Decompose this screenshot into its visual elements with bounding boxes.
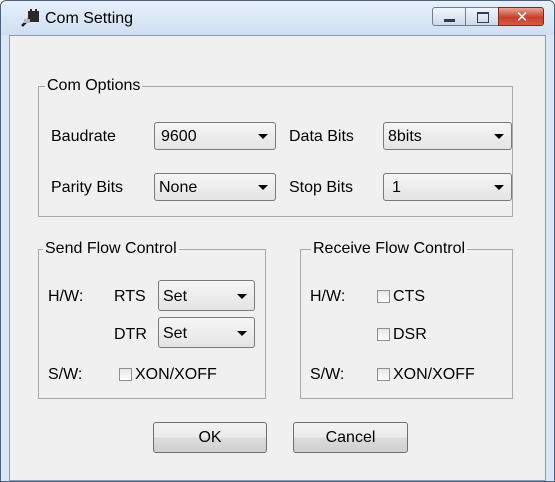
receive-hw-label: H/W: [310,288,346,305]
dialog-body: Com Options Baudrate 9600 Data Bits 8bit… [9,35,546,481]
com-options-title: Com Options [45,77,143,95]
cts-checkbox[interactable] [377,290,390,303]
close-icon: ✕ [515,8,529,26]
dsr-label: DSR [393,326,427,343]
parity-bits-value: None [159,179,198,196]
chevron-down-icon [258,185,268,190]
data-bits-label: Data Bits [289,128,354,145]
dsr-checkbox[interactable] [377,328,390,341]
chevron-down-icon [237,294,247,299]
close-button[interactable]: ✕ [498,7,544,26]
chevron-down-icon [494,185,504,190]
parity-bits-select[interactable]: None [154,173,276,201]
cancel-button[interactable]: Cancel [293,422,408,453]
com-options-group: Com Options Baudrate 9600 Data Bits 8bit… [38,77,513,217]
chevron-down-icon [237,331,247,336]
dtr-label: DTR [114,326,147,343]
parity-bits-label: Parity Bits [51,179,124,196]
cts-label: CTS [393,288,425,305]
receive-flow-control-group: Receive Flow Control H/W: CTS DSR S/W: X… [300,240,513,399]
maximize-button[interactable] [465,7,499,26]
stop-bits-value: 1 [392,179,401,196]
receive-flow-control-title: Receive Flow Control [311,240,468,258]
baudrate-select[interactable]: 9600 [154,122,276,150]
receive-sw-label: S/W: [310,366,345,383]
rts-value: Set [163,288,188,305]
window-controls: ✕ [432,7,544,27]
rts-label: RTS [114,288,146,305]
send-flow-control-title: Send Flow Control [43,240,179,258]
dtr-select[interactable]: Set [158,317,255,348]
receive-xon-xoff-label: XON/XOFF [393,366,475,383]
stop-bits-select[interactable]: 1 [383,173,512,201]
data-bits-select[interactable]: 8bits [383,122,512,150]
send-flow-control-group: Send Flow Control H/W: RTS Set DTR Set S… [38,240,266,399]
maximize-icon [477,12,489,23]
send-hw-label: H/W: [48,288,84,305]
send-sw-label: S/W: [48,366,83,383]
minimize-button[interactable] [432,7,466,26]
baudrate-label: Baudrate [51,128,116,145]
baudrate-value: 9600 [161,128,197,145]
title-bar[interactable]: Com Setting ✕ [1,1,554,35]
window-title: Com Setting [45,10,134,27]
ok-button[interactable]: OK [153,422,267,453]
send-xon-xoff-label: XON/XOFF [135,366,217,383]
stop-bits-label: Stop Bits [289,179,354,196]
send-xon-xoff-checkbox[interactable] [119,368,132,381]
minimize-icon [444,19,455,22]
plug-icon [21,9,39,27]
dtr-value: Set [163,325,188,342]
rts-select[interactable]: Set [158,280,255,311]
data-bits-value: 8bits [388,128,422,145]
chevron-down-icon [494,134,504,139]
chevron-down-icon [258,134,268,139]
com-setting-window: Com Setting ✕ Com Options Baudrate 9600 … [0,0,555,482]
receive-xon-xoff-checkbox[interactable] [377,368,390,381]
